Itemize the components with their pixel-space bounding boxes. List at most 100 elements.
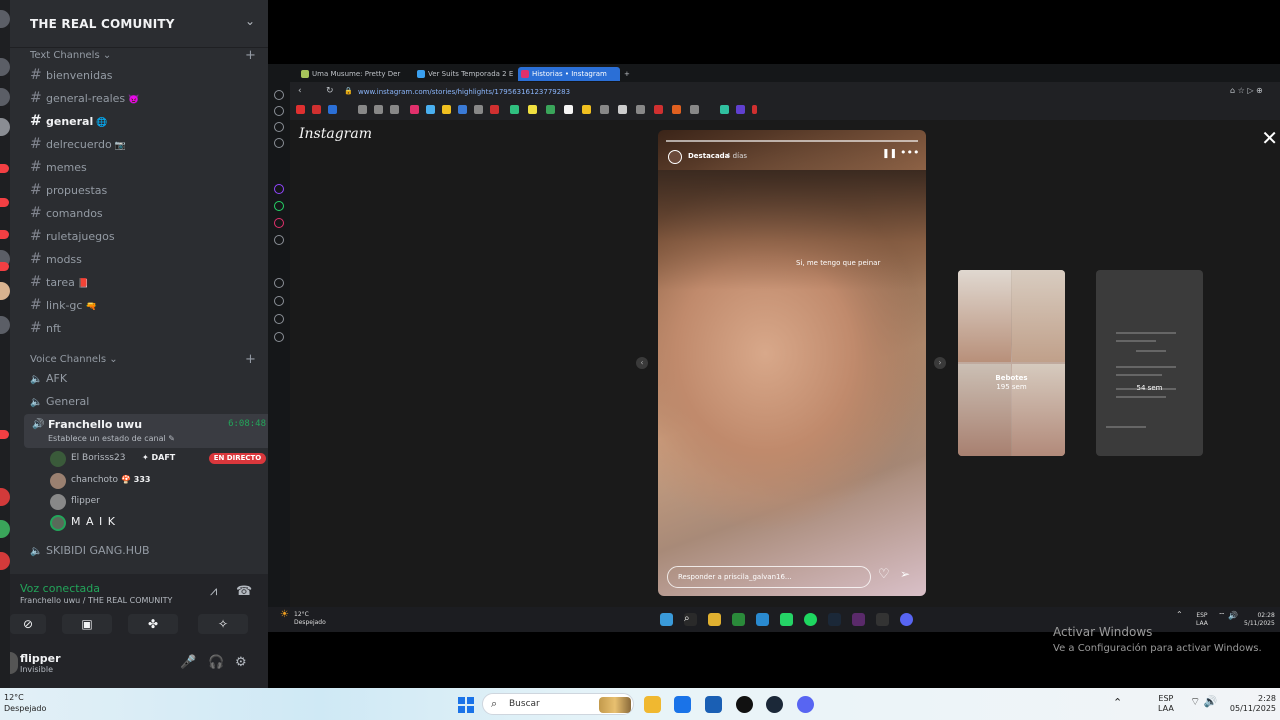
- channel-general-reales[interactable]: # general-reales 👿: [30, 90, 139, 110]
- file-explorer-icon[interactable]: [708, 613, 721, 626]
- bookmark-icon[interactable]: [752, 105, 757, 114]
- bookmark-icon[interactable]: [736, 105, 745, 114]
- active-voice-channel[interactable]: 🔊 Franchello uwu 6:08:48 Establece un es…: [24, 414, 272, 448]
- activities-button[interactable]: ✤: [128, 614, 178, 634]
- sidebar-icon[interactable]: [274, 90, 284, 100]
- edge-icon[interactable]: [756, 613, 769, 626]
- category-voice-channels[interactable]: Voice Channels ⌄: [30, 354, 118, 365]
- server-icon[interactable]: [0, 118, 10, 136]
- add-channel-icon[interactable]: +: [245, 352, 256, 367]
- new-tab-button[interactable]: +: [620, 67, 634, 81]
- bookmark-icon[interactable]: [442, 105, 451, 114]
- bookmark-icon[interactable]: [636, 105, 645, 114]
- story-username[interactable]: Destacada: [688, 152, 729, 160]
- channel-link-gc[interactable]: # link-gc 🔫: [30, 297, 97, 317]
- steam-icon[interactable]: [828, 613, 841, 626]
- sidebar-icon[interactable]: [274, 278, 284, 288]
- bookmark-icon[interactable]: [618, 105, 627, 114]
- headphones-icon[interactable]: 🎧: [208, 655, 224, 670]
- bookmark-icon[interactable]: [390, 105, 399, 114]
- channel-ruletajuegos[interactable]: # ruletajuegos: [30, 228, 115, 248]
- spotify-icon[interactable]: [804, 613, 817, 626]
- sidebar-icon[interactable]: [274, 138, 284, 148]
- pause-icon[interactable]: ❚❚: [882, 149, 897, 159]
- whatsapp-icon[interactable]: [274, 201, 284, 211]
- bookmark-icon[interactable]: [328, 105, 337, 114]
- bookmark-icon[interactable]: [564, 105, 573, 114]
- twitch-icon[interactable]: [274, 184, 284, 194]
- channel-memes[interactable]: # memes: [30, 159, 87, 179]
- server-icon[interactable]: [0, 520, 10, 538]
- bookmark-icon[interactable]: [690, 105, 699, 114]
- address-bar[interactable]: ‹ ↻ 🔒 www.instagram.com/stories/highligh…: [290, 84, 1280, 102]
- story-viewer[interactable]: Destacada 4 días ❚❚ ••• Si, me tengo que…: [658, 130, 926, 596]
- voice-channel-general[interactable]: 🔈 General: [30, 395, 89, 408]
- add-channel-icon[interactable]: +: [245, 48, 256, 63]
- channel-status[interactable]: Establece un estado de canal ✎: [48, 434, 175, 443]
- bookmark-icon[interactable]: [312, 105, 321, 114]
- sidebar-icon[interactable]: [274, 106, 284, 116]
- channel-general[interactable]: # general 🌐: [30, 113, 107, 133]
- category-text-channels[interactable]: Text Channels ⌄: [30, 50, 111, 61]
- server-icon[interactable]: [0, 58, 10, 76]
- next-highlight-thumbnail[interactable]: Bebotes 195 sem: [958, 270, 1065, 456]
- server-icon[interactable]: [0, 552, 10, 570]
- voice-member[interactable]: chanchoto 🍄 333: [50, 473, 250, 489]
- bookmark-icon[interactable]: [490, 105, 499, 114]
- start-icon[interactable]: [660, 613, 673, 626]
- wifi-icon[interactable]: ⌔ 🔊: [1218, 612, 1238, 620]
- instagram-icon[interactable]: [274, 218, 284, 228]
- next-highlight-thumbnail[interactable]: 54 sem: [1096, 270, 1203, 456]
- bookmark-icon[interactable]: [720, 105, 729, 114]
- file-explorer-icon[interactable]: [644, 696, 661, 713]
- more-options-icon[interactable]: •••: [900, 146, 919, 159]
- username[interactable]: flipper: [20, 652, 61, 665]
- discord-icon[interactable]: [797, 696, 814, 713]
- bookmark-icon[interactable]: [600, 105, 609, 114]
- bookmark-icon[interactable]: [410, 105, 419, 114]
- instagram-logo[interactable]: Instagram: [299, 126, 372, 142]
- avatar[interactable]: [10, 652, 18, 674]
- language-indicator[interactable]: ESP LAA: [1158, 694, 1174, 714]
- bookmark-icon[interactable]: [374, 105, 383, 114]
- channel-comandos[interactable]: # comandos: [30, 205, 103, 225]
- signal-icon[interactable]: ⩘: [210, 584, 217, 599]
- app-icon[interactable]: [876, 613, 889, 626]
- back-icon[interactable]: ‹: [298, 86, 302, 96]
- outlook-icon[interactable]: [674, 696, 691, 713]
- soundboard-button[interactable]: ✧: [198, 614, 248, 634]
- weather-widget[interactable]: ☀ 12°C Despejado: [280, 610, 326, 627]
- windows-start-icon[interactable]: [458, 697, 474, 713]
- bookmark-icon[interactable]: [528, 105, 537, 114]
- tab-ver-suits[interactable]: Ver Suits Temporada 2 E: [414, 67, 514, 81]
- taskbar-search[interactable]: ⌕ Buscar: [482, 693, 634, 715]
- clock[interactable]: 2:28 05/11/2025: [1226, 694, 1276, 714]
- channel-nft[interactable]: # nft: [30, 320, 61, 340]
- server-icon[interactable]: [0, 488, 10, 506]
- next-story-arrow[interactable]: ›: [934, 357, 946, 369]
- voice-channel-afk[interactable]: 🔈 AFK: [30, 372, 67, 385]
- server-icon[interactable]: [0, 316, 10, 334]
- screen-share-button[interactable]: ▣: [62, 614, 112, 634]
- previous-story-arrow[interactable]: ‹: [636, 357, 648, 369]
- channel-propuestas[interactable]: # propuestas: [30, 182, 107, 202]
- url-text[interactable]: www.instagram.com/stories/highlights/179…: [358, 88, 570, 96]
- camera-off-button[interactable]: ⊘: [10, 614, 46, 634]
- settings-gear-icon[interactable]: [274, 332, 284, 342]
- bookmark-icon[interactable]: [458, 105, 467, 114]
- microphone-icon[interactable]: 🎤: [180, 655, 196, 670]
- server-icon[interactable]: [0, 10, 10, 28]
- search-icon[interactable]: ⌕: [684, 613, 697, 626]
- bookmark-icon[interactable]: [510, 105, 519, 114]
- bookmark-icon[interactable]: [358, 105, 367, 114]
- send-icon[interactable]: ➢: [900, 567, 910, 581]
- server-header[interactable]: THE REAL COMUNITY ⌄: [10, 0, 268, 48]
- settings-gear-icon[interactable]: ⚙: [235, 655, 247, 670]
- disconnect-icon[interactable]: ☎: [236, 584, 252, 599]
- channel-modss[interactable]: # modss: [30, 251, 82, 271]
- bookmark-icon[interactable]: [296, 105, 305, 114]
- tab-instagram[interactable]: Historias • Instagram: [518, 67, 620, 81]
- discord-icon[interactable]: [900, 613, 913, 626]
- excel-icon[interactable]: [732, 613, 745, 626]
- tab-uma-musume[interactable]: Uma Musume: Pretty Der: [298, 67, 408, 81]
